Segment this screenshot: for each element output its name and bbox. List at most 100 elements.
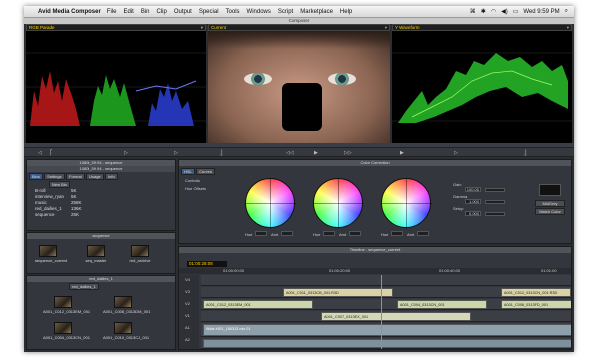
play-icon[interactable]: ▷ <box>124 150 128 156</box>
highlights-wheel[interactable] <box>381 178 432 229</box>
tab-usage[interactable]: Usage <box>86 173 104 180</box>
audio-clip[interactable] <box>203 339 571 348</box>
midtones-hue-field[interactable] <box>323 231 335 236</box>
right-mark-icon[interactable]: ⎦ <box>524 150 527 156</box>
match-swatches[interactable] <box>539 184 561 196</box>
left-monitor-menu[interactable]: RGB Parade ▾ <box>26 24 206 31</box>
clip-label: red_archive <box>129 258 151 263</box>
menu-special[interactable]: Special <box>199 9 219 15</box>
menu-tools[interactable]: Tools <box>226 9 240 15</box>
bin-name: interview_ryan <box>35 194 65 199</box>
menu-clip[interactable]: Clip <box>156 9 166 15</box>
timeline-panel: Timeline - sequence_current 01:00:28:08 … <box>178 246 572 350</box>
timeline-clip[interactable]: A001_C012_0313EM_001 <box>203 300 313 309</box>
app-menu[interactable]: Avid Media Composer <box>38 9 101 15</box>
menu-bin[interactable]: Bin <box>141 9 150 15</box>
highlights-hue-field[interactable] <box>391 231 403 236</box>
gamma-slider[interactable] <box>485 200 505 204</box>
controls-option[interactable]: Controls <box>185 178 200 183</box>
midtones-amt-field[interactable] <box>349 231 361 236</box>
tab-curves[interactable]: Curves <box>196 168 215 175</box>
current-frame-viewer[interactable] <box>208 31 390 143</box>
track-label-v3[interactable]: V3 <box>185 289 190 294</box>
bin-clip[interactable]: red_archive <box>127 245 153 263</box>
shadows-hue-field[interactable] <box>255 231 267 236</box>
playhead[interactable] <box>381 275 382 349</box>
mark-in-icon[interactable]: ⎡ <box>50 150 53 156</box>
bin-clip[interactable]: A001_C008_0313DM_001 <box>103 296 150 314</box>
menu-windows[interactable]: Windows <box>247 9 271 15</box>
tab-red-dailies[interactable]: red_dailies_1 <box>69 283 99 290</box>
audio-clip[interactable]: Wide-HD1_180313 mix 01 <box>203 324 571 336</box>
timeline-clip[interactable]: A001_C007_0313EX_001 <box>321 312 471 321</box>
match-color-button[interactable]: Match Color <box>535 208 565 215</box>
center-monitor-menu[interactable]: Current ▾ <box>208 24 390 31</box>
setup-slider[interactable] <box>485 212 505 216</box>
chevron-down-icon: ▾ <box>200 25 203 30</box>
timeline-clip[interactable]: A001_C012_0313CN_001.R3D <box>501 288 571 297</box>
menu-file[interactable]: File <box>107 9 117 15</box>
shadows-wheel[interactable] <box>245 178 296 229</box>
midtones-wheel[interactable] <box>313 178 364 229</box>
track-label-v2[interactable]: V2 <box>185 301 190 306</box>
track-label-a2[interactable]: A2 <box>185 337 190 342</box>
step-back-icon[interactable]: ◁ <box>38 150 42 156</box>
rewind-icon[interactable]: ◁◁ <box>286 150 294 156</box>
menu-clock[interactable]: Wed 9:59 PM <box>523 9 559 15</box>
setup-field[interactable]: 0.000 <box>465 211 481 216</box>
tab-info[interactable]: Info <box>105 173 118 180</box>
bin-clip[interactable]: A001_C004_0313CN_001 <box>43 322 90 340</box>
mode-dropdown[interactable]: MidGrey <box>535 200 565 207</box>
bin-clip[interactable]: sequence_current <box>35 245 68 263</box>
tab-bins[interactable]: Bins <box>29 173 43 180</box>
volume-icon[interactable]: ◀) <box>501 8 508 15</box>
shadows-hue-label: Hue <box>245 232 253 237</box>
spotlight-icon[interactable]: ⌕ <box>565 8 568 15</box>
bin-clip[interactable]: seq_master <box>83 245 109 263</box>
track-label-v1[interactable]: V1 <box>185 313 190 318</box>
menu-help[interactable]: Help <box>340 9 352 15</box>
battery-icon[interactable]: ▭ <box>513 8 519 15</box>
mark-out-icon[interactable]: ⎦ <box>220 150 223 156</box>
menu-output[interactable]: Output <box>174 9 192 15</box>
bin-clip[interactable]: A001_C012_0313EM_001 <box>43 296 90 314</box>
track-label-a1[interactable]: A1 <box>185 325 190 330</box>
new-bin-button[interactable]: New Bin <box>49 181 70 188</box>
tab-hsl[interactable]: HSL <box>181 168 195 175</box>
menu-marketplace[interactable]: Marketplace <box>300 9 333 15</box>
timeline-clip[interactable]: A001_C006_0313FD_001 <box>501 300 571 309</box>
wifi-icon[interactable]: ◠ <box>491 8 496 15</box>
menu-script[interactable]: Script <box>278 9 293 15</box>
timeline-title: Timeline - sequence_current <box>179 247 571 253</box>
right-step-icon[interactable]: ▷ <box>454 150 458 156</box>
chevron-down-icon: ▾ <box>566 25 569 30</box>
bin-row[interactable]: sequence 25K <box>27 212 175 218</box>
tab-format[interactable]: Format <box>66 173 85 180</box>
app-window: Avid Media Composer File Edit Bin Clip O… <box>24 6 574 352</box>
bluetooth-icon[interactable]: ✱ <box>481 8 486 15</box>
shadows-amt-field[interactable] <box>281 231 293 236</box>
gamma-field[interactable]: 1.000 <box>465 199 481 204</box>
clip-label: sequence_current <box>35 258 68 263</box>
timeline-clip[interactable]: A001_C004_0313CN_001 <box>397 300 487 309</box>
track-label-v4[interactable]: V4 <box>185 277 190 282</box>
right-play-icon[interactable]: ▶ <box>400 150 404 156</box>
gain-slider[interactable] <box>485 188 505 192</box>
right-monitor-menu[interactable]: Y Waveform ▾ <box>392 24 572 31</box>
gain-field[interactable]: 100.00 <box>465 187 481 192</box>
timeline-clip[interactable]: A001_C011_0313CB_001.R3D <box>283 288 393 297</box>
track-header-column: V4 V3 V2 V1 A1 A2 <box>179 275 199 349</box>
script-icon[interactable]: ⌘ <box>470 8 476 15</box>
bin-clip[interactable]: A001_C010_0313CJ_001 <box>103 322 149 340</box>
clip-label: A001_C004_0313CN_001 <box>43 335 90 340</box>
hue-offsets-option[interactable]: Hue Offsets <box>185 186 206 191</box>
center-play-icon[interactable]: ▶ <box>314 150 318 156</box>
fast-forward-icon[interactable]: ▷▷ <box>344 150 352 156</box>
step-forward-icon[interactable]: ▷ <box>174 150 178 156</box>
menu-edit[interactable]: Edit <box>123 9 133 15</box>
tab-settings[interactable]: Settings <box>44 173 65 180</box>
highlights-hue-label: Hue <box>381 232 389 237</box>
timeline-ruler[interactable]: 01:00:00:00 01:00:20:00 01:00:40:00 01:0… <box>179 268 571 274</box>
clip-thumbnail <box>39 245 57 257</box>
highlights-amt-field[interactable] <box>417 231 429 236</box>
